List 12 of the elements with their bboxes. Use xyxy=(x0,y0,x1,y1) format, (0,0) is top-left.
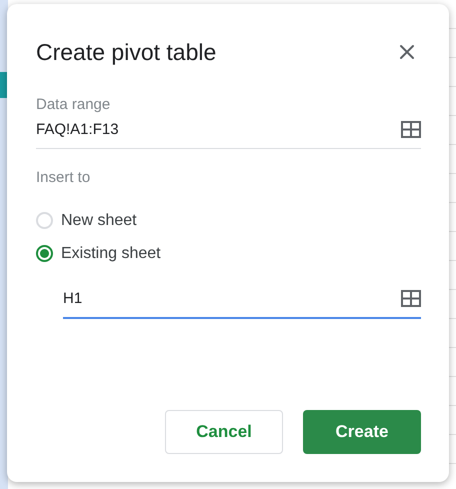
create-button[interactable]: Create xyxy=(303,410,421,454)
radio-button[interactable] xyxy=(36,245,53,262)
range-field[interactable]: FAQ!A1:F13 xyxy=(36,113,421,149)
grid-icon[interactable] xyxy=(401,290,421,307)
section-label: Insert to xyxy=(36,169,92,186)
grid-icon[interactable] xyxy=(401,121,421,138)
dialog-title: Create pivot table xyxy=(36,38,216,66)
location-field[interactable]: H1 xyxy=(63,282,421,319)
radio-label: Existing sheet xyxy=(61,244,161,262)
field-label: Data range xyxy=(36,96,112,113)
cancel-button[interactable]: Cancel xyxy=(165,410,283,454)
radio-label: New sheet xyxy=(61,212,137,230)
